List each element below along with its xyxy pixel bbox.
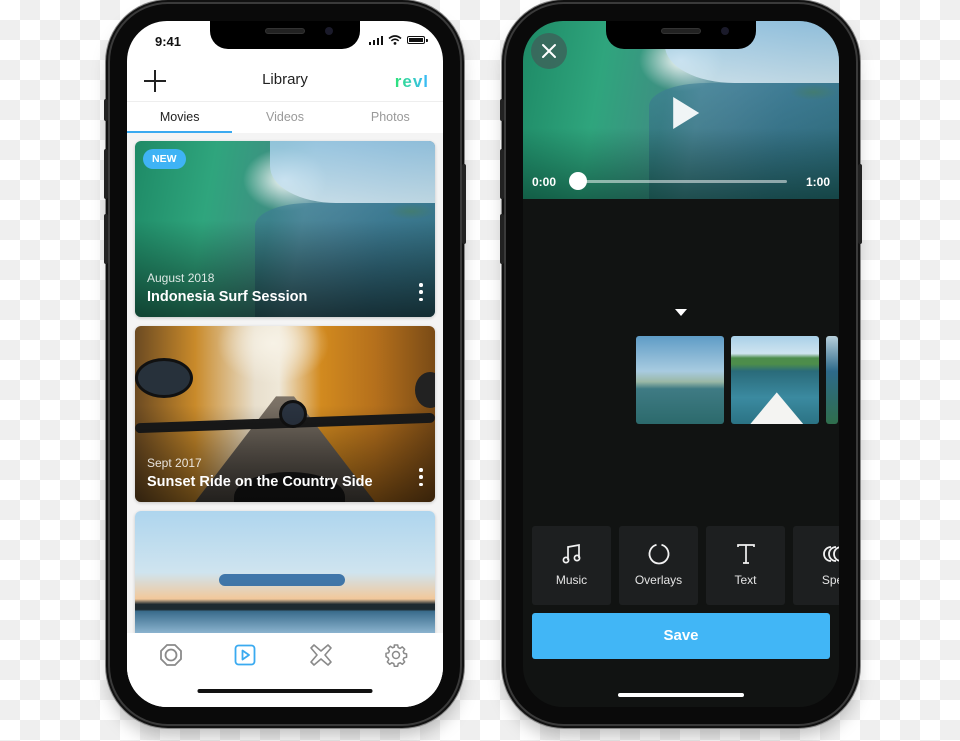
card-date: August 2018 — [147, 271, 215, 285]
card-date: Sept 2017 — [147, 456, 202, 470]
notch — [210, 21, 360, 49]
text-t-icon — [736, 544, 755, 564]
volume-up-button — [500, 149, 504, 199]
phone-editor: 0:00 1:00 Music Overlays Text Sp Save — [500, 4, 862, 724]
capture-icon[interactable] — [159, 643, 183, 667]
bottom-tab-bar — [127, 633, 443, 707]
power-button — [462, 164, 466, 244]
speed-icon — [822, 546, 839, 562]
scrubber-handle[interactable] — [569, 172, 587, 190]
battery-icon — [407, 36, 428, 44]
tools-cross-icon[interactable] — [309, 643, 333, 667]
mute-switch — [104, 99, 108, 121]
movie-card[interactable] — [135, 511, 435, 633]
timeline-clip[interactable] — [636, 336, 724, 424]
tool-label: Music — [555, 573, 588, 587]
library-screen: 9:41 Library revl Movies Videos Photos N… — [127, 21, 443, 707]
volume-down-button — [104, 214, 108, 264]
volume-down-button — [500, 214, 504, 264]
editor-screen: 0:00 1:00 Music Overlays Text Sp Save — [523, 21, 839, 707]
card-title: Sunset Ride on the Country Side — [147, 474, 373, 490]
tool-label: Overlays — [634, 573, 683, 587]
home-indicator[interactable] — [618, 693, 744, 697]
playhead-marker-icon — [675, 309, 687, 316]
duration: 1:00 — [805, 175, 830, 189]
new-badge: NEW — [143, 149, 186, 169]
tool-label: Text — [734, 573, 757, 587]
home-indicator[interactable] — [197, 689, 373, 693]
revl-logo: revl — [394, 72, 429, 91]
tool-speed[interactable]: Spe — [793, 526, 839, 605]
more-options-icon[interactable] — [419, 283, 423, 301]
volume-up-button — [104, 149, 108, 199]
edit-tools: Music Overlays Text Spe — [532, 526, 839, 605]
tool-music[interactable]: Music — [532, 526, 611, 605]
cellular-signal-icon — [368, 35, 383, 45]
tool-label: Spe — [821, 573, 839, 587]
movie-card[interactable]: NEW August 2018 Indonesia Surf Session — [135, 141, 435, 317]
scrubber-track[interactable] — [569, 172, 787, 190]
tab-videos[interactable]: Videos — [232, 102, 337, 133]
play-library-icon[interactable] — [233, 643, 257, 667]
status-time: 9:41 — [155, 34, 182, 49]
tab-movies[interactable]: Movies — [127, 102, 233, 133]
more-options-icon[interactable] — [419, 468, 423, 486]
tab-photos[interactable]: Photos — [338, 102, 443, 133]
overlay-circle-icon — [648, 543, 669, 565]
mute-switch — [500, 99, 504, 121]
kayak-lake-thumbnail — [135, 511, 435, 633]
library-tabs: Movies Videos Photos — [127, 101, 443, 133]
timeline-clip[interactable] — [826, 336, 838, 424]
settings-gear-icon[interactable] — [384, 643, 408, 667]
library-header: Library revl — [127, 65, 443, 101]
card-title: Indonesia Surf Session — [147, 289, 308, 305]
close-button[interactable] — [531, 33, 567, 69]
play-icon[interactable] — [673, 97, 700, 129]
movie-feed[interactable]: NEW August 2018 Indonesia Surf Session S… — [127, 133, 443, 633]
tool-overlays[interactable]: Overlays — [619, 526, 698, 605]
phone-library: 9:41 Library revl Movies Videos Photos N… — [104, 4, 466, 724]
music-note-icon — [562, 543, 580, 564]
tool-text[interactable]: Text — [706, 526, 785, 605]
movie-card[interactable]: Sept 2017 Sunset Ride on the Country Sid… — [135, 326, 435, 502]
clip-timeline[interactable] — [523, 199, 839, 519]
current-time: 0:00 — [532, 175, 557, 189]
close-icon — [542, 44, 556, 58]
save-button[interactable]: Save — [532, 613, 830, 659]
power-button — [858, 164, 862, 244]
wifi-icon — [388, 35, 402, 45]
timeline-clip[interactable] — [731, 336, 819, 424]
notch — [606, 21, 756, 49]
